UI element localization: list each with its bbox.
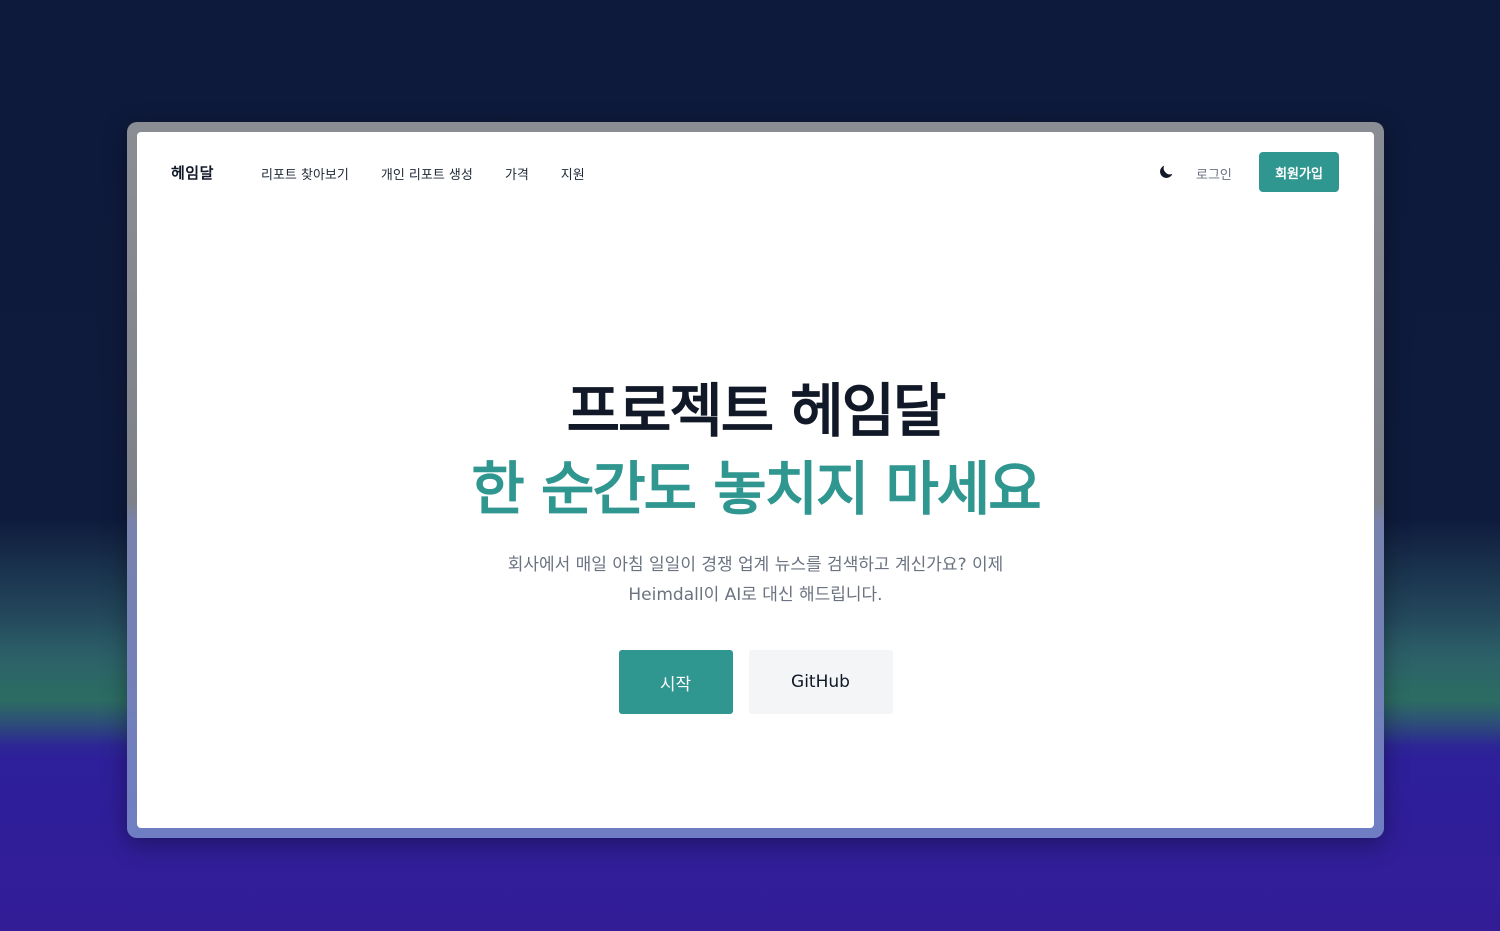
hero-description: 회사에서 매일 아침 일일이 경쟁 업계 뉴스를 검색하고 계신가요? 이제 H… <box>476 550 1036 610</box>
github-button[interactable]: GitHub <box>748 650 893 714</box>
app-window: 헤임달 리포트 찾아보기 개인 리포트 생성 가격 지원 로그인 회원가입 프로… <box>137 132 1374 828</box>
top-navigation: 헤임달 리포트 찾아보기 개인 리포트 생성 가격 지원 로그인 회원가입 <box>137 132 1374 212</box>
start-button[interactable]: 시작 <box>618 650 733 714</box>
hero-actions: 시작 GitHub <box>137 650 1374 714</box>
signup-button[interactable]: 회원가입 <box>1259 152 1339 192</box>
nav-link-browse-reports[interactable]: 리포트 찾아보기 <box>261 164 349 183</box>
moon-icon <box>1160 165 1173 178</box>
hero-title: 프로젝트 헤임달 <box>566 377 947 445</box>
nav-links: 리포트 찾아보기 개인 리포트 생성 가격 지원 <box>261 164 585 183</box>
hero-description-line-2: Heimdall이 AI로 대신 해드립니다. <box>628 585 883 605</box>
nav-link-support[interactable]: 지원 <box>561 164 585 183</box>
hero-description-line-1: 회사에서 매일 아침 일일이 경쟁 업계 뉴스를 검색하고 계신가요? 이제 <box>507 555 1004 575</box>
brand-logo[interactable]: 헤임달 <box>171 162 214 183</box>
login-link[interactable]: 로그인 <box>1196 164 1232 183</box>
hero-subtitle: 한 순간도 놓치지 마세요 <box>471 455 1041 523</box>
theme-toggle-button[interactable] <box>1157 163 1175 181</box>
hero-section: 프로젝트 헤임달 한 순간도 놓치지 마세요 회사에서 매일 아침 일일이 경쟁… <box>137 372 1374 714</box>
nav-link-create-report[interactable]: 개인 리포트 생성 <box>381 164 473 183</box>
nav-link-pricing[interactable]: 가격 <box>505 164 529 183</box>
